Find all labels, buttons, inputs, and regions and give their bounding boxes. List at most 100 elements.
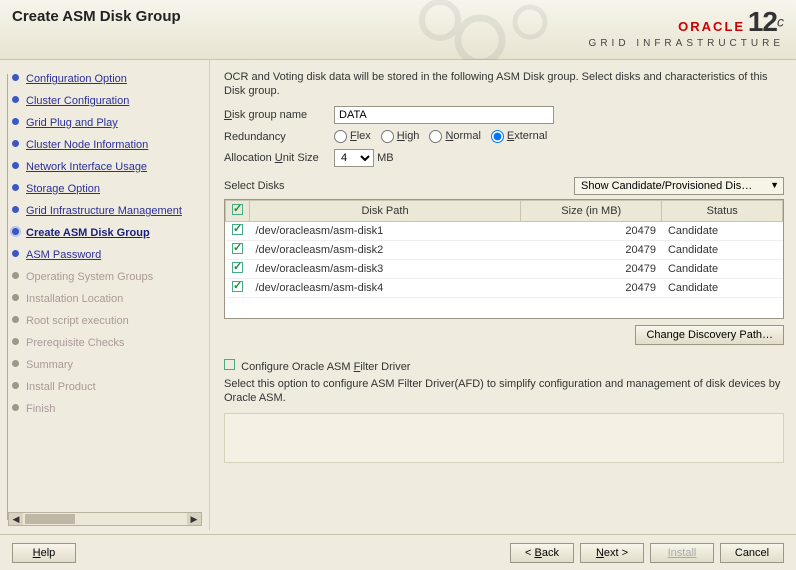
sidebar-item-label[interactable]: Storage Option xyxy=(26,183,100,195)
sidebar-item-label[interactable]: Cluster Configuration xyxy=(26,95,129,107)
redundancy-radio[interactable] xyxy=(334,130,347,143)
sidebar-item-5[interactable]: Storage Option xyxy=(8,178,209,200)
au-label: Allocation Unit Size xyxy=(224,152,334,164)
scroll-right-icon[interactable]: ▶ xyxy=(187,513,201,525)
sidebar-item-0[interactable]: Configuration Option xyxy=(8,68,209,90)
sidebar-item-label[interactable]: Create ASM Disk Group xyxy=(26,227,150,239)
disk-size-cell: 20479 xyxy=(521,241,662,260)
sidebar-item-15: Finish xyxy=(8,398,209,420)
disk-path-cell: /dev/oracleasm/asm-disk1 xyxy=(250,222,521,241)
sidebar-item-label[interactable]: Cluster Node Information xyxy=(26,139,148,151)
redundancy-option-high[interactable]: High xyxy=(381,130,420,142)
oracle-logo: ORACLE 12c GRID INFRASTRUCTURE xyxy=(589,6,784,49)
sidebar-item-label: Prerequisite Checks xyxy=(26,337,124,349)
row-checkbox[interactable] xyxy=(232,224,243,235)
sidebar-item-label: Root script execution xyxy=(26,315,129,327)
sidebar-item-label[interactable]: Grid Infrastructure Management xyxy=(26,205,182,217)
sidebar-item-label: Operating System Groups xyxy=(26,271,153,283)
sidebar-item-13: Summary xyxy=(8,354,209,376)
scroll-thumb[interactable] xyxy=(25,514,75,524)
row-checkbox[interactable] xyxy=(232,262,243,273)
disk-path-cell: /dev/oracleasm/asm-disk4 xyxy=(250,279,521,298)
disk-status-cell: Candidate xyxy=(662,241,783,260)
redundancy-option-flex[interactable]: Flex xyxy=(334,130,371,142)
sidebar-item-label: Install Product xyxy=(26,381,96,393)
sidebar-item-12: Prerequisite Checks xyxy=(8,332,209,354)
sidebar-item-11: Root script execution xyxy=(8,310,209,332)
next-button[interactable]: Next > xyxy=(580,543,644,563)
main-content: OCR and Voting disk data will be stored … xyxy=(210,60,796,530)
footer: Help < Back Next > Install Cancel xyxy=(0,534,796,570)
disk-size-cell: 20479 xyxy=(521,279,662,298)
change-discovery-path-button[interactable]: Change Discovery Path… xyxy=(635,325,784,345)
sidebar-item-label: Summary xyxy=(26,359,73,371)
wizard-sidebar: Configuration Option Cluster Configuratio… xyxy=(0,60,210,530)
au-unit: MB xyxy=(377,152,394,164)
select-disks-label: Select Disks xyxy=(224,180,285,192)
disk-status-cell: Candidate xyxy=(662,260,783,279)
sidebar-item-9: Operating System Groups xyxy=(8,266,209,288)
product-name: GRID INFRASTRUCTURE xyxy=(589,38,784,49)
help-button[interactable]: Help xyxy=(12,543,76,563)
sidebar-item-6[interactable]: Grid Infrastructure Management xyxy=(8,200,209,222)
sidebar-item-label[interactable]: Configuration Option xyxy=(26,73,127,85)
redundancy-radio[interactable] xyxy=(381,130,394,143)
table-header-0[interactable] xyxy=(226,201,250,222)
redundancy-label: Redundancy xyxy=(224,131,334,143)
disk-status-cell: Candidate xyxy=(662,222,783,241)
afd-checkbox-row[interactable]: Configure Oracle ASM Filter Driver xyxy=(224,361,410,373)
redundancy-option-normal[interactable]: Normal xyxy=(429,130,480,142)
redundancy-option-external[interactable]: External xyxy=(491,130,547,142)
disk-path-cell: /dev/oracleasm/asm-disk2 xyxy=(250,241,521,260)
sidebar-item-2[interactable]: Grid Plug and Play xyxy=(8,112,209,134)
table-header-2[interactable]: Size (in MB) xyxy=(521,201,662,222)
disk-size-cell: 20479 xyxy=(521,260,662,279)
scroll-left-icon[interactable]: ◀ xyxy=(9,513,23,525)
sidebar-item-8[interactable]: ASM Password xyxy=(8,244,209,266)
afd-checkbox-label: Configure Oracle ASM Filter Driver xyxy=(241,361,410,373)
table-row[interactable]: /dev/oracleasm/asm-disk320479Candidate xyxy=(226,260,783,279)
sidebar-item-7[interactable]: Create ASM Disk Group xyxy=(8,222,209,244)
table-header-1[interactable]: Disk Path xyxy=(250,201,521,222)
sidebar-item-label: Finish xyxy=(26,403,55,415)
table-header-3[interactable]: Status xyxy=(662,201,783,222)
sidebar-item-1[interactable]: Cluster Configuration xyxy=(8,90,209,112)
disk-status-cell: Candidate xyxy=(662,279,783,298)
disks-table[interactable]: Disk PathSize (in MB)Status /dev/oraclea… xyxy=(224,199,784,319)
cancel-button[interactable]: Cancel xyxy=(720,543,784,563)
message-area xyxy=(224,413,784,463)
brand-text: ORACLE xyxy=(678,19,745,34)
select-all-checkbox[interactable] xyxy=(232,204,243,215)
redundancy-radio[interactable] xyxy=(429,130,442,143)
afd-checkbox[interactable] xyxy=(224,359,235,370)
back-button[interactable]: < Back xyxy=(510,543,574,563)
redundancy-radios: Flex High Normal External xyxy=(334,130,557,143)
redundancy-radio[interactable] xyxy=(491,130,504,143)
sidebar-item-label[interactable]: ASM Password xyxy=(26,249,101,261)
version-suffix: c xyxy=(777,14,784,30)
row-checkbox[interactable] xyxy=(232,243,243,254)
sidebar-item-label[interactable]: Grid Plug and Play xyxy=(26,117,118,129)
disk-filter-combo[interactable]: Show Candidate/Provisioned Dis… xyxy=(574,177,784,195)
afd-description: Select this option to configure ASM Filt… xyxy=(224,377,784,405)
diskgroup-label: Disk group name xyxy=(224,109,334,121)
diskgroup-name-input[interactable] xyxy=(334,106,554,124)
sidebar-item-4[interactable]: Network Interface Usage xyxy=(8,156,209,178)
sidebar-item-10: Installation Location xyxy=(8,288,209,310)
disk-path-cell: /dev/oracleasm/asm-disk3 xyxy=(250,260,521,279)
au-size-select[interactable]: 4 xyxy=(334,149,374,167)
table-row[interactable]: /dev/oracleasm/asm-disk220479Candidate xyxy=(226,241,783,260)
row-checkbox[interactable] xyxy=(232,281,243,292)
sidebar-item-3[interactable]: Cluster Node Information xyxy=(8,134,209,156)
version-main: 12 xyxy=(748,6,777,37)
disk-size-cell: 20479 xyxy=(521,222,662,241)
sidebar-scrollbar[interactable]: ◀ ▶ xyxy=(8,512,202,526)
sidebar-item-label[interactable]: Network Interface Usage xyxy=(26,161,147,173)
intro-text: OCR and Voting disk data will be stored … xyxy=(224,70,784,98)
sidebar-item-label: Installation Location xyxy=(26,293,123,305)
gears-icon xyxy=(400,0,600,60)
header: Create ASM Disk Group ORACLE 12c GRID IN… xyxy=(0,0,796,60)
table-row[interactable]: /dev/oracleasm/asm-disk420479Candidate xyxy=(226,279,783,298)
table-row[interactable]: /dev/oracleasm/asm-disk120479Candidate xyxy=(226,222,783,241)
sidebar-item-14: Install Product xyxy=(8,376,209,398)
